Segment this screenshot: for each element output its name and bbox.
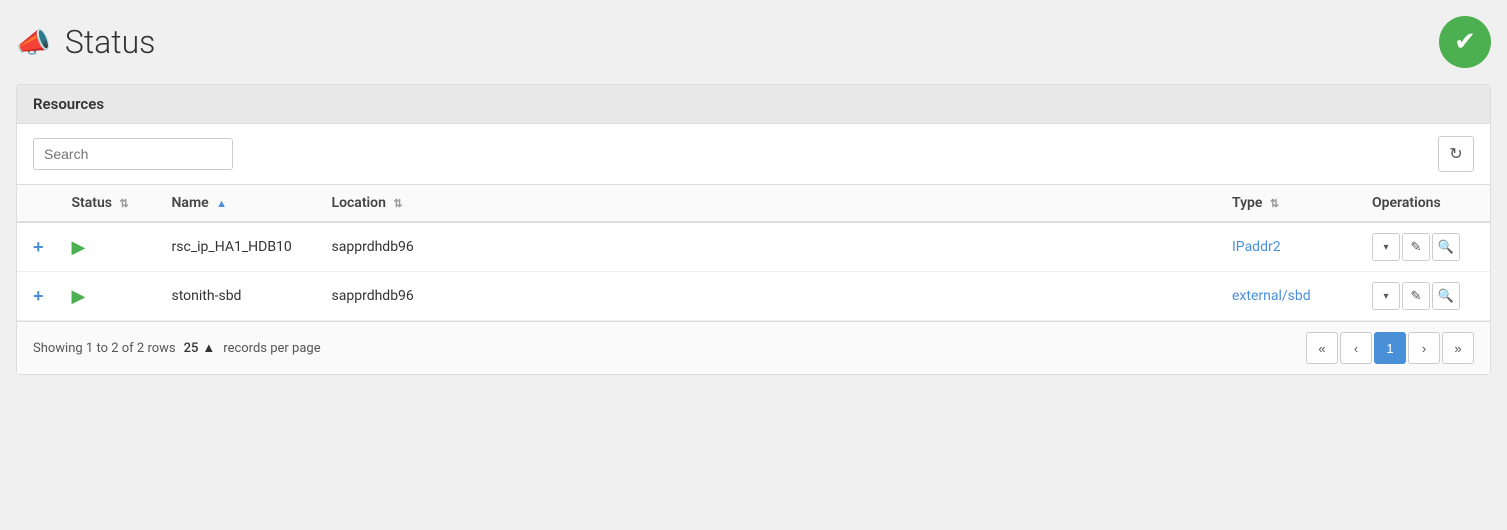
pagination-next[interactable]: › [1408,332,1440,364]
sort-icon-status: ⇅ [119,197,128,210]
op-search-button-1[interactable]: 🔍 [1432,233,1460,261]
per-page-value: 25 [184,341,199,356]
row1-type-link[interactable]: IPaddr2 [1232,239,1281,255]
expand-button-2[interactable]: + [29,286,48,307]
page-wrapper: 📣 Status ✔ Resources ↻ Status ⇅ [0,0,1507,530]
table-header: Status ⇅ Name ▲ Location ⇅ Type ⇅ Operat… [17,185,1490,222]
operations-cell-1: ▾ ✎ 🔍 [1360,222,1490,272]
page-header-left: 📣 Status [16,23,155,61]
toolbar: ↻ [17,124,1490,185]
table-body: + ▶ rsc_ip_HA1_HDB10 sapprdhdb96 IPaddr2 [17,222,1490,321]
row1-name: rsc_ip_HA1_HDB10 [172,239,292,255]
col-header-name[interactable]: Name ▲ [160,185,320,222]
search-input[interactable] [33,138,233,170]
op-btns-1: ▾ ✎ 🔍 [1372,233,1478,261]
refresh-button[interactable]: ↻ [1438,136,1474,172]
col-header-status[interactable]: Status ⇅ [60,185,160,222]
op-dropdown-button-1[interactable]: ▾ [1372,233,1400,261]
status-cell-2: ▶ [60,272,160,321]
per-page-select[interactable]: 25 ▲ [184,340,216,356]
table-row: + ▶ stonith-sbd sapprdhdb96 external/sbd [17,272,1490,321]
table-row: + ▶ rsc_ip_HA1_HDB10 sapprdhdb96 IPaddr2 [17,222,1490,272]
card-footer: Showing 1 to 2 of 2 rows 25 ▲ records pe… [17,321,1490,374]
sort-icon-location: ⇅ [393,197,402,210]
operations-cell-2: ▾ ✎ 🔍 [1360,272,1490,321]
col-header-expand [17,185,60,222]
type-cell-1: IPaddr2 [1220,222,1360,272]
per-page-arrow: ▲ [202,340,215,356]
page-header: 📣 Status ✔ [16,16,1491,68]
location-cell-2: sapprdhdb96 [320,272,1220,321]
status-check-icon: ✔ [1439,16,1491,68]
row2-type-link[interactable]: external/sbd [1232,288,1311,304]
op-search-button-2[interactable]: 🔍 [1432,282,1460,310]
pagination-first[interactable]: « [1306,332,1338,364]
type-cell-2: external/sbd [1220,272,1360,321]
pagination: « ‹ 1 › » [1306,332,1474,364]
page-title: Status [65,23,156,61]
op-dropdown-button-2[interactable]: ▾ [1372,282,1400,310]
card-header: Resources [17,85,1490,124]
pagination-last[interactable]: » [1442,332,1474,364]
col-header-location[interactable]: Location ⇅ [320,185,1220,222]
row2-location: sapprdhdb96 [332,288,414,304]
play-icon-1: ▶ [72,237,86,258]
megaphone-icon: 📣 [16,26,51,59]
col-header-type[interactable]: Type ⇅ [1220,185,1360,222]
name-cell-1: rsc_ip_HA1_HDB10 [160,222,320,272]
card-header-title: Resources [33,95,104,113]
resources-table: Status ⇅ Name ▲ Location ⇅ Type ⇅ Operat… [17,185,1490,321]
sort-icon-type: ⇅ [1270,197,1279,210]
row2-name: stonith-sbd [172,288,242,304]
play-icon-2: ▶ [72,286,86,307]
op-edit-button-1[interactable]: ✎ [1402,233,1430,261]
status-cell-1: ▶ [60,222,160,272]
sort-icon-name: ▲ [216,197,227,210]
expand-cell-1: + [17,222,60,272]
expand-cell-2: + [17,272,60,321]
row1-location: sapprdhdb96 [332,239,414,255]
op-btns-2: ▾ ✎ 🔍 [1372,282,1478,310]
name-cell-2: stonith-sbd [160,272,320,321]
location-cell-1: sapprdhdb96 [320,222,1220,272]
expand-button-1[interactable]: + [29,237,48,258]
resources-card: Resources ↻ Status ⇅ Name ▲ [16,84,1491,375]
op-edit-button-2[interactable]: ✎ [1402,282,1430,310]
showing-text: Showing 1 to 2 of 2 rows [33,341,176,356]
pagination-current[interactable]: 1 [1374,332,1406,364]
checkmark-icon: ✔ [1454,27,1476,57]
pagination-prev[interactable]: ‹ [1340,332,1372,364]
table-header-row: Status ⇅ Name ▲ Location ⇅ Type ⇅ Operat… [17,185,1490,222]
footer-info: Showing 1 to 2 of 2 rows 25 ▲ records pe… [33,340,321,356]
col-header-operations: Operations [1360,185,1490,222]
per-page-label: records per page [223,341,320,356]
refresh-icon: ↻ [1449,144,1462,164]
